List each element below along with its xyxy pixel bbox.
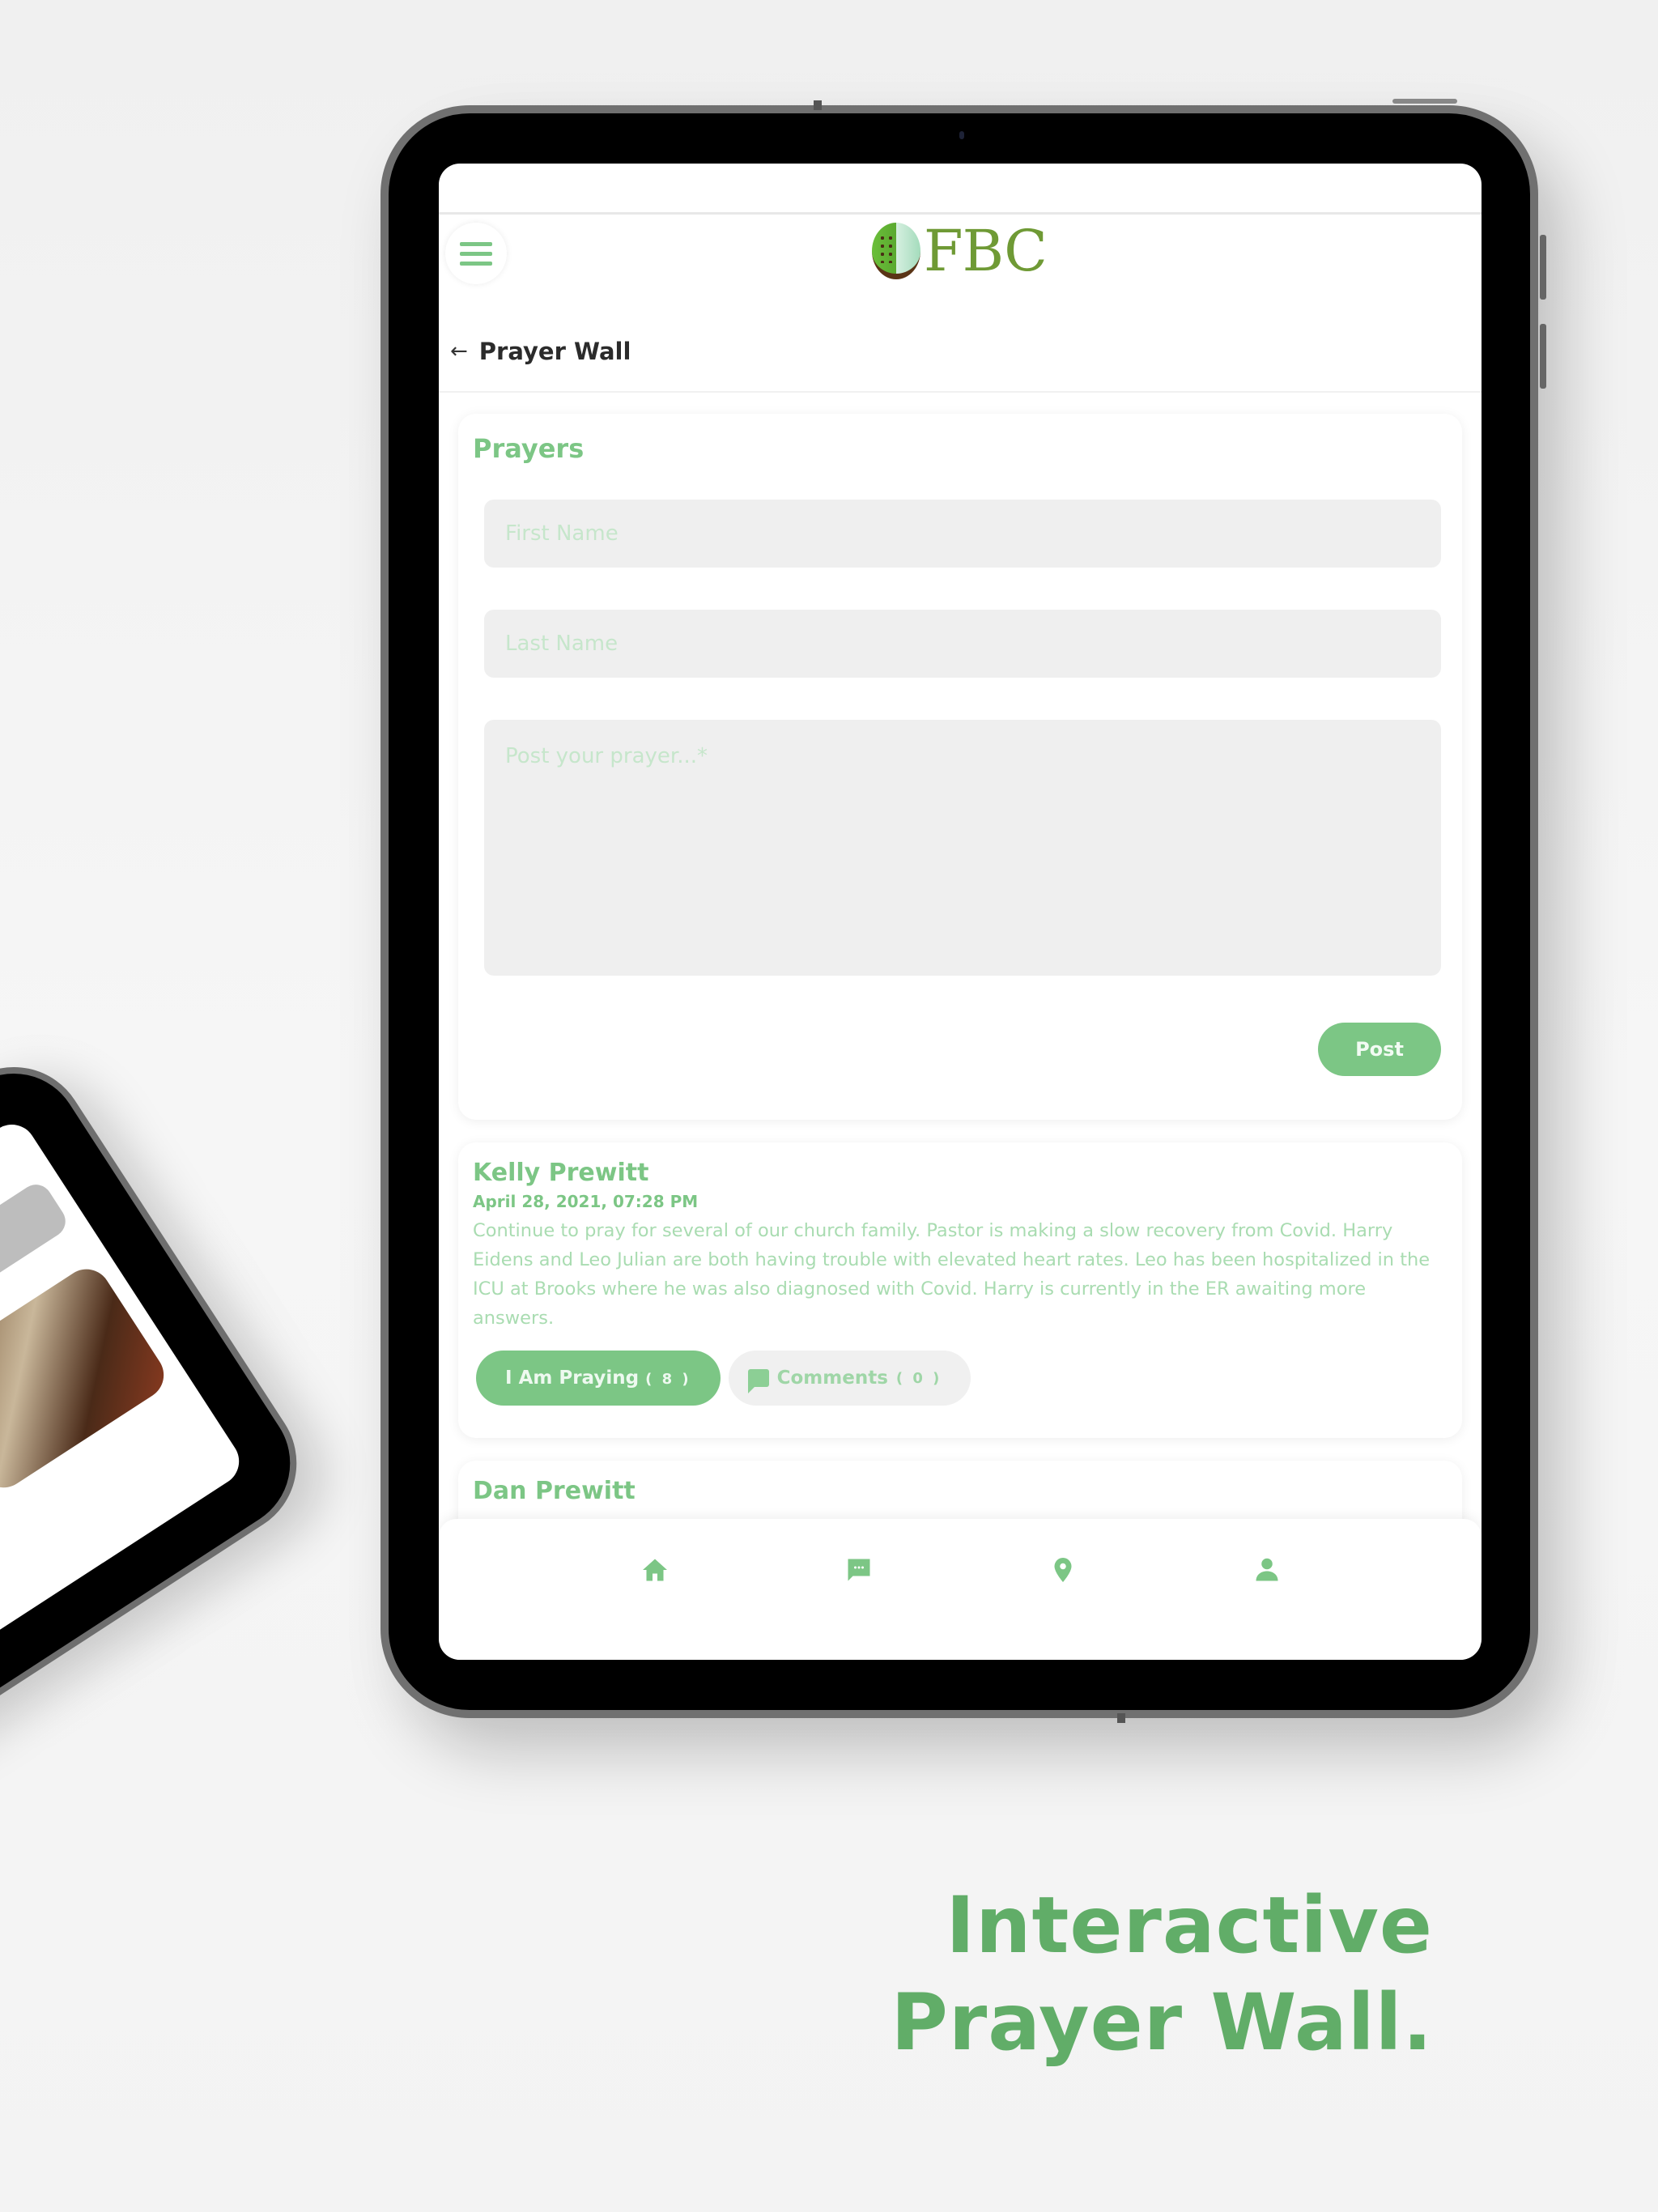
prayer-card: Kelly Prewitt April 28, 2021, 07:28 PM C… [458,1142,1462,1438]
form-title: Prayers [473,433,585,464]
tablet-camera [959,131,964,139]
tablet-volume-down-button [1540,324,1546,389]
prayer-actions: I Am Praying ( 8 ) Comments ( 0 ) [473,1351,1441,1406]
comments-button[interactable]: Comments ( 0 ) [728,1351,971,1406]
tagline-line-2: Prayer Wall. [891,1977,1433,2068]
tablet-bottom-notch [1117,1713,1125,1723]
i-am-praying-button[interactable]: I Am Praying ( 8 ) [476,1351,721,1406]
nav-home[interactable] [635,1550,675,1590]
map-pin-icon [1054,1558,1072,1582]
chat-icon [848,1559,870,1581]
prayer-author: Kelly Prewitt [473,1159,649,1187]
marketing-tagline: Interactive Prayer Wall. [891,1877,1433,2071]
secondary-screen-photo [0,1260,173,1497]
home-icon [643,1559,667,1581]
prayer-author: Dan Prewitt [473,1477,636,1505]
nav-profile[interactable] [1247,1550,1287,1590]
first-name-input[interactable] [484,500,1441,568]
hamburger-menu-icon[interactable] [445,223,507,284]
praying-count: ( 8 ) [645,1371,691,1388]
content-area: Prayers Post Kelly Prewitt April 28, 202… [439,393,1482,1574]
tablet-top-notch [814,100,822,110]
last-name-input[interactable] [484,610,1441,678]
tablet-power-button [1392,99,1457,104]
comments-count: ( 0 ) [895,1369,942,1387]
comments-label: Comments [776,1368,888,1389]
status-bar [439,164,1482,215]
secondary-tablet-screen [0,1115,249,1813]
secondary-tablet-device [0,1039,325,1889]
tablet-volume-up-button [1540,235,1546,300]
tree-logo-icon [872,223,920,279]
prayer-form-card: Prayers Post [458,414,1462,1120]
prayer-text: Continue to pray for several of our chur… [473,1220,1431,1329]
page-title-bar: ← Prayer Wall [439,312,1482,393]
post-row: Post [473,1023,1441,1076]
arrow-left-icon[interactable]: ← [450,339,468,364]
bottom-navigation [439,1519,1482,1660]
prayer-textarea[interactable] [484,720,1441,976]
prayer-date: April 28, 2021, 07:28 PM [473,1192,699,1211]
logo-text: FBC [924,218,1048,284]
praying-label: I Am Praying [505,1368,640,1389]
fbc-logo: FBC [872,215,1048,287]
app-header: FBC [439,215,1482,312]
tagline-line-1: Interactive [946,1880,1433,1971]
profile-icon [1256,1558,1278,1581]
tablet-device: FBC ← Prayer Wall Prayers Post Kelly Pre… [380,99,1546,1723]
page-title: Prayer Wall [478,338,631,365]
app-screen: FBC ← Prayer Wall Prayers Post Kelly Pre… [439,164,1482,1660]
post-button[interactable]: Post [1318,1023,1441,1076]
comment-icon [747,1369,769,1393]
nav-location[interactable] [1043,1550,1083,1590]
nav-chat[interactable] [839,1550,879,1590]
